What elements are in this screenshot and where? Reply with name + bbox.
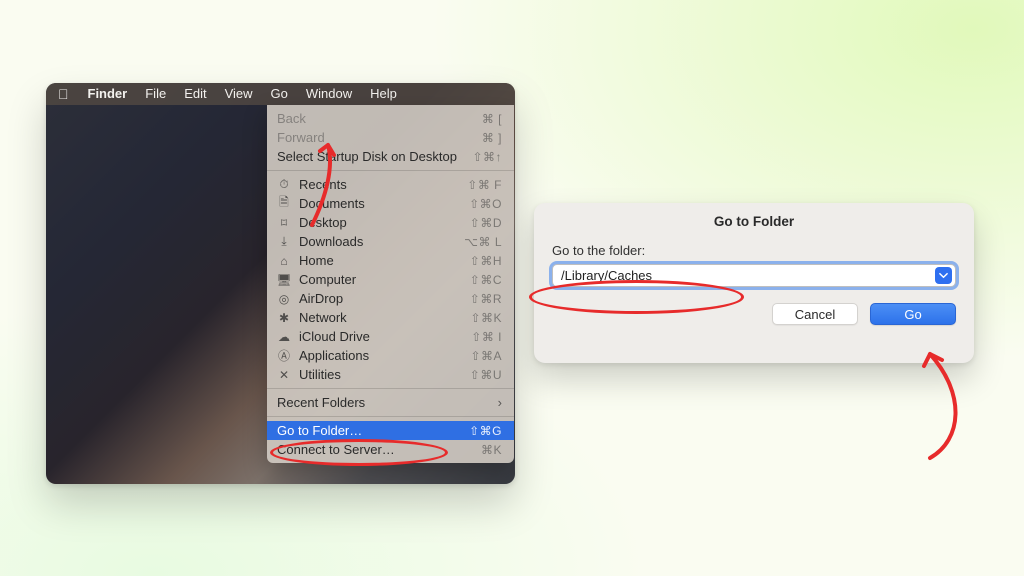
home-icon: ⌂ (275, 254, 293, 268)
go-menu-recents[interactable]: ⏱ Recents ⇧⌘ F (267, 175, 514, 194)
go-menu-network[interactable]: ✱ Network ⇧⌘K (267, 308, 514, 327)
document-icon: 🗎 (275, 193, 293, 214)
chevron-right-icon: › (498, 395, 502, 410)
dialog-label-go-to-folder: Go to the folder: (534, 243, 974, 264)
network-icon: ✱ (275, 311, 293, 325)
menubar-item-go[interactable]: Go (262, 83, 297, 105)
go-menu-utilities[interactable]: ✕ Utilities ⇧⌘U (267, 365, 514, 384)
airdrop-icon: ◎ (275, 292, 293, 306)
go-menu-icloud-drive[interactable]: ☁ iCloud Drive ⇧⌘ I (267, 327, 514, 346)
go-menu-dropdown: Back ⌘ [ Forward ⌘ ] Select Startup Disk… (267, 105, 514, 463)
cancel-button[interactable]: Cancel (772, 303, 858, 325)
menu-separator (267, 416, 514, 417)
menubar-app-name[interactable]: Finder (79, 83, 137, 105)
go-menu-forward: Forward ⌘ ] (267, 128, 514, 147)
go-menu-go-to-folder[interactable]: Go to Folder… ⇧⌘G (267, 421, 514, 440)
folder-path-field-wrap (552, 264, 956, 287)
apple-menu-icon[interactable]:  (58, 86, 69, 102)
go-menu-applications[interactable]: Ⓐ Applications ⇧⌘A (267, 346, 514, 365)
utilities-icon: ✕ (275, 368, 293, 382)
menubar-item-edit[interactable]: Edit (175, 83, 215, 105)
menubar-item-view[interactable]: View (216, 83, 262, 105)
clock-icon: ⏱ (275, 177, 293, 192)
dialog-title: Go to Folder (534, 203, 974, 243)
downloads-icon: ⤓ (275, 234, 293, 249)
finder-window:  Finder File Edit View Go Window Help B… (46, 83, 515, 484)
go-menu-downloads[interactable]: ⤓ Downloads ⌥⌘ L (267, 232, 514, 251)
go-menu-back: Back ⌘ [ (267, 109, 514, 128)
go-menu-computer[interactable]: 🖥 Computer ⇧⌘C (267, 270, 514, 289)
go-menu-recent-folders[interactable]: Recent Folders › (267, 393, 514, 412)
folder-path-input[interactable] (552, 264, 956, 287)
go-menu-home[interactable]: ⌂ Home ⇧⌘H (267, 251, 514, 270)
applications-icon: Ⓐ (275, 347, 293, 364)
go-menu-airdrop[interactable]: ◎ AirDrop ⇧⌘R (267, 289, 514, 308)
menubar-item-window[interactable]: Window (297, 83, 361, 105)
menu-separator (267, 388, 514, 389)
icloud-icon: ☁ (275, 330, 293, 344)
macos-menubar:  Finder File Edit View Go Window Help (46, 83, 515, 105)
go-menu-desktop[interactable]: ⌑ Desktop ⇧⌘D (267, 213, 514, 232)
go-menu-documents[interactable]: 🗎 Documents ⇧⌘O (267, 194, 514, 213)
dropdown-arrow-button[interactable] (935, 267, 952, 284)
go-to-folder-dialog: Go to Folder Go to the folder: Cancel Go (534, 203, 974, 363)
menu-separator (267, 170, 514, 171)
go-menu-connect-to-server[interactable]: Connect to Server… ⌘K (267, 440, 514, 459)
menubar-item-file[interactable]: File (136, 83, 175, 105)
menubar-item-help[interactable]: Help (361, 83, 406, 105)
go-menu-startup-disk[interactable]: Select Startup Disk on Desktop ⇧⌘↑ (267, 147, 514, 166)
go-button[interactable]: Go (870, 303, 956, 325)
chevron-down-icon (939, 271, 948, 280)
computer-icon: 🖥 (275, 273, 293, 287)
desktop-icon: ⌑ (275, 216, 293, 230)
